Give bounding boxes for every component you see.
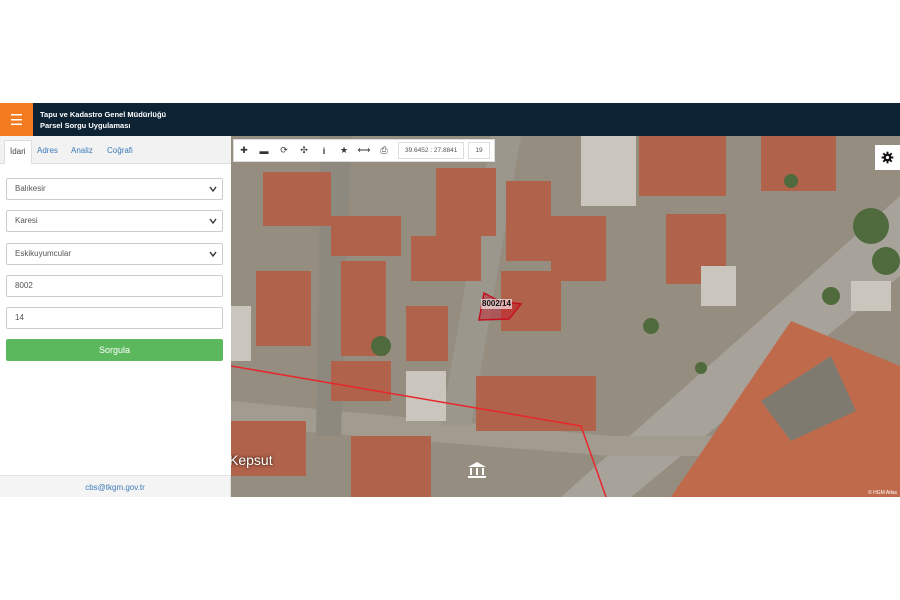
chevron-down-icon [209,186,217,193]
query-button[interactable]: Sorgula [6,339,223,361]
footer-email-link[interactable]: cbs@tkgm.gov.tr [0,475,230,497]
chevron-down-icon [209,218,217,225]
satellite-imagery [231,136,900,497]
info-icon[interactable]: i [314,140,334,161]
gear-icon-glyph [881,151,894,164]
print-icon[interactable]: ⎙ [374,140,394,161]
chevron-down-icon [209,251,217,258]
app-title: Tapu ve Kadastro Genel Müdürlüğü Parsel … [40,109,166,131]
gear-icon[interactable] [875,145,900,170]
star-icon[interactable]: ★ [334,140,354,161]
tab-analiz[interactable]: Analiz [66,140,98,164]
place-name-label: Kepsut [231,452,273,468]
app-window: ☰ Tapu ve Kadastro Genel Müdürlüğü Parse… [0,103,900,497]
neighborhood-value: Eskikuyumcular [15,249,72,258]
app-header: ☰ Tapu ve Kadastro Genel Müdürlüğü Parse… [0,103,900,136]
tab-idari[interactable]: İdari [4,140,32,164]
parcel-input[interactable]: 14 [6,307,223,329]
zoom-level: 19 [468,142,490,159]
title-line-1: Tapu ve Kadastro Genel Müdürlüğü [40,110,167,119]
block-input[interactable]: 8002 [6,275,223,297]
zoom-in-icon[interactable]: ✚ [234,140,254,161]
district-value: Karesi [15,216,38,225]
parcel-label: 8002/14 [481,299,512,309]
map-attribution: © HGM Atlas [868,490,897,496]
query-panel: Balıkesir Karesi Eskikuyumcular 8002 14 … [0,164,231,475]
locate-icon[interactable]: ✣ [294,140,314,161]
map-view[interactable]: ✚ ▬ ⟳ ✣ i ★ ⟷ ⎙ 39.6452 : 27.8841 19 800… [231,136,900,497]
measure-icon[interactable]: ⟷ [354,140,374,161]
tab-cografi[interactable]: Coğrafi [102,140,138,164]
refresh-icon[interactable]: ⟳ [274,140,294,161]
title-line-2: Parsel Sorgu Uygulaması [40,121,131,130]
province-select[interactable]: Balıkesir [6,178,223,200]
neighborhood-select[interactable]: Eskikuyumcular [6,243,223,265]
sidebar: İdari Adres Analiz Coğrafi Balıkesir Kar… [0,136,231,497]
hamburger-menu-icon[interactable]: ☰ [0,103,33,136]
tab-adres[interactable]: Adres [32,140,63,164]
tab-bar: İdari Adres Analiz Coğrafi [0,136,231,164]
province-value: Balıkesir [15,184,46,193]
district-select[interactable]: Karesi [6,210,223,232]
zoom-out-icon[interactable]: ▬ [254,140,274,161]
coordinate-readout: 39.6452 : 27.8841 [398,142,465,159]
map-toolbar: ✚ ▬ ⟳ ✣ i ★ ⟷ ⎙ 39.6452 : 27.8841 19 [233,139,495,162]
